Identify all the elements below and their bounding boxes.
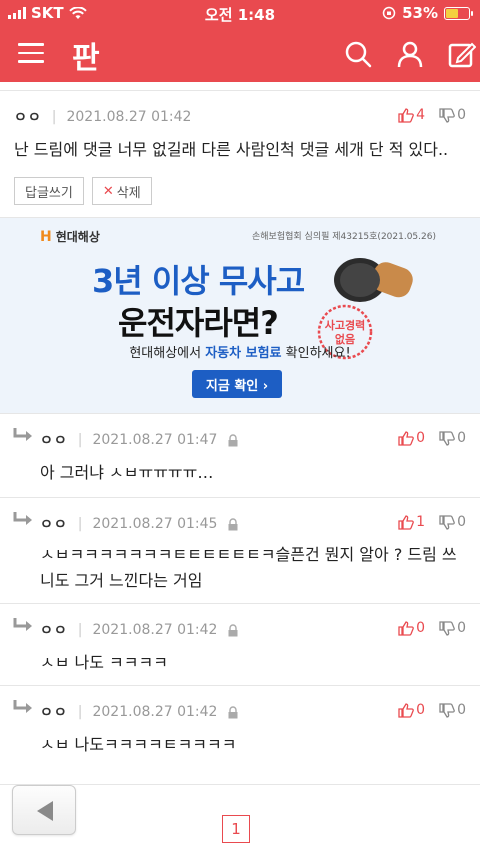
ad-headline-1: 3년 이상 무사고 bbox=[92, 262, 305, 300]
ad-headline-2: 운전자라면? bbox=[118, 304, 279, 342]
lock-icon bbox=[228, 623, 238, 636]
reply-button-label: 답글쓰기 bbox=[25, 185, 73, 201]
reply-arrow-icon bbox=[13, 428, 32, 441]
hyundai-logo-icon: H bbox=[40, 228, 52, 245]
app-header: 판 bbox=[0, 26, 480, 82]
comment-text: ㅅㅂ 나도ㅋㅋㅋㅋㅌㅋㅋㅋㅋ bbox=[40, 735, 237, 754]
like-count: 1 bbox=[416, 514, 426, 530]
reply-item: ㅇㅇ | 2021.08.27 01:42 0 0 ㅅㅂ 나도 ㅋㅋㅋㅋ bbox=[0, 604, 480, 686]
comment-date: 2021.08.27 01:45 bbox=[92, 516, 218, 532]
comment-text: 난 드림에 댓글 너무 없길래 다른 사람인척 댓글 세개 단 적 있다.. bbox=[14, 140, 449, 159]
delete-button-label: 삭제 bbox=[116, 185, 141, 201]
menu-icon[interactable] bbox=[18, 43, 44, 63]
comment-votes: 1 0 bbox=[398, 514, 466, 530]
comment-author: ㅇㅇ bbox=[40, 433, 68, 449]
dislike-count: 0 bbox=[457, 514, 466, 530]
back-button[interactable] bbox=[12, 785, 76, 835]
comment-meta: ㅇㅇ | 2021.08.27 01:42 bbox=[14, 109, 192, 126]
reply-button[interactable]: 답글쓰기 bbox=[14, 177, 84, 205]
dislike-count: 0 bbox=[457, 702, 466, 718]
dislike-button[interactable]: 0 bbox=[439, 620, 466, 636]
like-button[interactable]: 0 bbox=[398, 620, 425, 636]
thumbs-up-icon bbox=[398, 107, 414, 123]
write-icon[interactable] bbox=[448, 40, 476, 68]
comment-votes: 4 0 bbox=[398, 107, 466, 123]
comment-date: 2021.08.27 01:42 bbox=[92, 622, 218, 638]
dislike-button[interactable]: 0 bbox=[439, 430, 466, 446]
like-button[interactable]: 0 bbox=[398, 430, 425, 446]
comment-meta: ㅇㅇ | 2021.08.27 01:42 bbox=[40, 620, 239, 640]
like-count: 0 bbox=[416, 620, 426, 636]
user-icon[interactable] bbox=[396, 40, 424, 68]
comment-date: 2021.08.27 01:42 bbox=[92, 704, 218, 720]
dislike-count: 0 bbox=[457, 107, 466, 123]
comment-text: 아 그러냐 ㅅㅂㅠㅠㅠㅠ… bbox=[40, 463, 214, 482]
like-button[interactable]: 4 bbox=[398, 107, 425, 123]
thumbs-down-icon bbox=[439, 514, 455, 530]
thumbs-down-icon bbox=[439, 430, 455, 446]
dislike-button[interactable]: 0 bbox=[439, 514, 466, 530]
ad-banner[interactable]: H 현대해상 손해보험협회 심의필 제43215호(2021.05.26) 3년 … bbox=[0, 218, 480, 414]
lock-icon bbox=[228, 705, 238, 718]
back-arrow-icon bbox=[37, 801, 53, 821]
comment-item: ㅇㅇ | 2021.08.27 01:42 4 0 난 드림에 댓글 너무 없길… bbox=[0, 91, 480, 218]
ad-brand-label: 현대해상 bbox=[55, 230, 100, 244]
reply-arrow-icon bbox=[13, 618, 32, 631]
comment-text: ㅅㅂ 나도 ㅋㅋㅋㅋ bbox=[40, 653, 168, 672]
thumbs-down-icon bbox=[439, 620, 455, 636]
comment-votes: 0 0 bbox=[398, 702, 466, 718]
like-button[interactable]: 0 bbox=[398, 702, 425, 718]
page-number-current[interactable]: 1 bbox=[222, 815, 250, 843]
comment-meta: ㅇㅇ | 2021.08.27 01:45 bbox=[40, 514, 239, 534]
thumbs-down-icon bbox=[439, 107, 455, 123]
comment-actions: 답글쓰기 ✕ 삭제 bbox=[14, 177, 152, 205]
dislike-count: 0 bbox=[457, 620, 466, 636]
status-right: 53% bbox=[382, 4, 473, 22]
comment-author: ㅇㅇ bbox=[14, 110, 42, 126]
search-icon[interactable] bbox=[344, 40, 372, 68]
comment-date: 2021.08.27 01:47 bbox=[92, 432, 218, 448]
comment-meta: ㅇㅇ | 2021.08.27 01:42 bbox=[40, 702, 239, 722]
lock-icon bbox=[228, 433, 238, 446]
reply-arrow-icon bbox=[13, 700, 32, 713]
like-count: 4 bbox=[416, 107, 426, 123]
dislike-button[interactable]: 0 bbox=[439, 107, 466, 123]
reply-item: ㅇㅇ | 2021.08.27 01:47 0 0 아 그러냐 ㅅㅂㅠㅠㅠㅠ… bbox=[0, 414, 480, 498]
thumbs-down-icon bbox=[439, 702, 455, 718]
like-button[interactable]: 1 bbox=[398, 514, 425, 530]
reply-arrow-icon bbox=[13, 512, 32, 525]
thumbs-up-icon bbox=[398, 430, 414, 446]
close-icon: ✕ bbox=[102, 183, 114, 199]
thumbs-up-icon bbox=[398, 514, 414, 530]
orientation-lock-icon bbox=[382, 6, 396, 20]
svg-text:사고경력: 사고경력 bbox=[325, 318, 365, 332]
comment-author: ㅇㅇ bbox=[40, 517, 68, 533]
dislike-count: 0 bbox=[457, 430, 466, 446]
status-bar: SKT 오전 1:48 53% bbox=[0, 0, 480, 26]
thumbs-up-icon bbox=[398, 620, 414, 636]
comment-author: ㅇㅇ bbox=[40, 623, 68, 639]
battery-percent: 53% bbox=[402, 4, 438, 22]
comment-author: ㅇㅇ bbox=[40, 705, 68, 721]
delete-button[interactable]: ✕ 삭제 bbox=[91, 177, 152, 205]
comment-votes: 0 0 bbox=[398, 430, 466, 446]
pagination: 1 bbox=[0, 784, 480, 854]
dislike-button[interactable]: 0 bbox=[439, 702, 466, 718]
like-count: 0 bbox=[416, 430, 426, 446]
comment-meta: ㅇㅇ | 2021.08.27 01:47 bbox=[40, 430, 239, 450]
like-count: 0 bbox=[416, 702, 426, 718]
comment-votes: 0 0 bbox=[398, 620, 466, 636]
lock-icon bbox=[228, 517, 238, 530]
ad-notice: 손해보험협회 심의필 제43215호(2021.05.26) bbox=[252, 232, 436, 242]
ad-subtext: 현대해상에서 자동차 보험료 확인하세요! bbox=[129, 346, 351, 361]
battery-icon bbox=[444, 6, 473, 20]
reply-item: ㅇㅇ | 2021.08.27 01:42 0 0 ㅅㅂ 나도ㅋㅋㅋㅋㅌㅋㅋㅋㅋ bbox=[0, 686, 480, 772]
ad-cta-button[interactable]: 지금 확인 › bbox=[192, 370, 282, 398]
comment-text: ㅅㅂㅋㅋㅋㅋㅋㅋㅋㅌㅌㅌㅌㅌㅌㅋ슬픈건 뭔지 알아 ? 드림 쓰니도 그거 느낀… bbox=[40, 545, 457, 590]
thumbs-up-icon bbox=[398, 702, 414, 718]
comment-date: 2021.08.27 01:42 bbox=[66, 109, 192, 125]
ad-brand: H 현대해상 bbox=[40, 228, 100, 245]
pann-logo[interactable]: 판 bbox=[72, 33, 100, 77]
reply-item: ㅇㅇ | 2021.08.27 01:45 1 0 ㅅㅂㅋㅋㅋㅋㅋㅋㅋㅌㅌㅌㅌㅌ… bbox=[0, 498, 480, 604]
